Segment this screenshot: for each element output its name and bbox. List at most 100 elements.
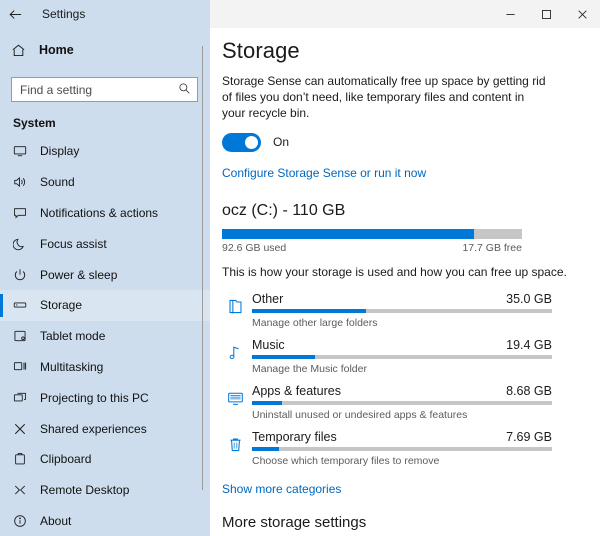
sidebar-item-label: Remote Desktop (40, 483, 130, 498)
shared-icon (13, 422, 37, 436)
multitasking-icon (13, 360, 37, 374)
category-bar (252, 400, 552, 405)
info-icon (13, 514, 37, 528)
category-subtitle: Manage other large folders (252, 316, 378, 329)
sidebar-item-tablet-mode[interactable]: Tablet mode (0, 321, 210, 352)
sidebar-item-about[interactable]: About (0, 506, 210, 536)
remote-desktop-icon (13, 483, 37, 497)
sidebar-scrollbar[interactable] (202, 46, 203, 490)
title-bar: Settings (0, 0, 600, 28)
category-size: 35.0 GB (506, 291, 552, 306)
moon-icon (13, 237, 37, 251)
category-name: Music (252, 337, 285, 352)
page-title: Storage (222, 38, 300, 63)
title-bar-left: Settings (0, 0, 210, 28)
show-more-categories-link[interactable]: Show more categories (222, 482, 341, 496)
drive-used-label: 92.6 GB used (222, 241, 287, 254)
category-name: Apps & features (252, 383, 341, 398)
sidebar-item-label: Storage (40, 298, 83, 313)
search-box[interactable] (11, 77, 198, 102)
category-bar (252, 446, 552, 451)
drive-free-label: 17.7 GB free (462, 241, 522, 254)
storage-sense-toggle[interactable] (222, 132, 261, 152)
storage-icon (13, 298, 37, 312)
more-storage-settings-heading: More storage settings (222, 513, 367, 531)
category-name: Other (252, 291, 284, 306)
drive-usage-legend: 92.6 GB used 17.7 GB free (222, 242, 522, 254)
apps-icon (224, 388, 246, 410)
projecting-icon (13, 391, 37, 405)
tablet-icon (13, 329, 37, 343)
configure-storage-sense-link[interactable]: Configure Storage Sense or run it now (222, 166, 426, 180)
category-size: 7.69 GB (506, 429, 552, 444)
trash-icon (224, 434, 246, 456)
sidebar-item-shared-experiences[interactable]: Shared experiences (0, 413, 210, 444)
sidebar-item-notifications[interactable]: Notifications & actions (0, 198, 210, 229)
music-note-icon (224, 342, 246, 364)
category-bar-fill (252, 446, 279, 451)
storage-category-apps-features[interactable]: Apps & features 8.68 GB Uninstall unused… (222, 384, 600, 430)
search-container (0, 68, 210, 102)
sidebar-item-label: Projecting to this PC (40, 390, 149, 405)
sidebar-item-label: Shared experiences (40, 421, 147, 436)
category-bar-fill (252, 400, 282, 405)
window-controls (492, 0, 600, 28)
category-subtitle: Choose which temporary files to remove (252, 454, 440, 467)
storage-sense-toggle-row: On (222, 132, 600, 152)
category-bar (252, 308, 552, 313)
category-bar-fill (252, 308, 366, 313)
sidebar-item-projecting[interactable]: Projecting to this PC (0, 382, 210, 413)
sidebar-item-clipboard[interactable]: Clipboard (0, 444, 210, 475)
storage-category-list: Other 35.0 GB Manage other large folders… (222, 292, 600, 476)
window-title: Settings (42, 7, 86, 21)
sidebar-item-label: Tablet mode (40, 329, 106, 344)
main-content: Storage Storage Sense can automatically … (210, 28, 600, 536)
sidebar-nav: Display Sound Notifications & actions Fo… (0, 134, 210, 536)
sidebar-item-label: Display (40, 144, 80, 159)
sidebar-item-display[interactable]: Display (0, 136, 210, 167)
sidebar-item-label: Multitasking (40, 359, 104, 374)
category-bar-fill (252, 354, 315, 359)
category-size: 19.4 GB (506, 337, 552, 352)
notification-icon (13, 206, 37, 220)
sidebar-item-home[interactable]: Home (0, 32, 210, 68)
sidebar-item-power-sleep[interactable]: Power & sleep (0, 259, 210, 290)
maximize-button[interactable] (528, 0, 564, 28)
category-bar (252, 354, 552, 359)
category-subtitle: Manage the Music folder (252, 362, 367, 375)
close-button[interactable] (564, 0, 600, 28)
sidebar-item-remote-desktop[interactable]: Remote Desktop (0, 475, 210, 506)
sidebar-item-label: Sound (40, 175, 75, 190)
sidebar-item-storage[interactable]: Storage (0, 289, 210, 321)
search-icon[interactable] (178, 82, 191, 98)
monitor-icon (13, 144, 37, 158)
sidebar-item-multitasking[interactable]: Multitasking (0, 352, 210, 383)
speaker-icon (13, 175, 37, 189)
sidebar-group-heading: System (13, 116, 56, 130)
minimize-button[interactable] (492, 0, 528, 28)
category-subtitle: Uninstall unused or undesired apps & fea… (252, 408, 468, 421)
drive-title: ocz (C:) - 110 GB (222, 201, 346, 219)
sidebar-item-label: Focus assist (40, 236, 107, 251)
search-input[interactable] (12, 78, 164, 101)
back-arrow-icon[interactable] (0, 0, 30, 28)
category-name: Temporary files (252, 429, 337, 444)
power-icon (13, 268, 37, 282)
toggle-knob (245, 135, 258, 149)
sidebar-item-label: Clipboard (40, 452, 92, 467)
clipboard-icon (13, 452, 37, 466)
storage-sense-state-label: On (273, 135, 290, 150)
sidebar-item-label: About (40, 513, 72, 528)
drive-usage-bar (222, 228, 522, 239)
sidebar-item-focus-assist[interactable]: Focus assist (0, 228, 210, 259)
folder-icon (224, 296, 246, 318)
storage-category-music[interactable]: Music 19.4 GB Manage the Music folder (222, 338, 600, 384)
sidebar-item-sound[interactable]: Sound (0, 167, 210, 198)
sidebar-home-label: Home (39, 43, 74, 57)
storage-sense-description: Storage Sense can automatically free up … (222, 74, 546, 121)
storage-category-other[interactable]: Other 35.0 GB Manage other large folders (222, 292, 600, 338)
sidebar-item-label: Notifications & actions (40, 205, 159, 220)
category-size: 8.68 GB (506, 383, 552, 398)
storage-category-temporary-files[interactable]: Temporary files 7.69 GB Choose which tem… (222, 430, 600, 476)
settings-window: Home System Display (0, 0, 600, 536)
